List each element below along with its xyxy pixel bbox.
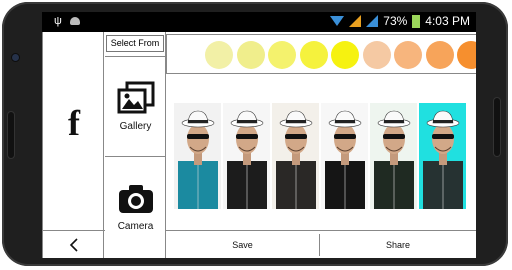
clock-suffix: PM xyxy=(452,14,470,28)
color-swatch[interactable] xyxy=(205,41,233,69)
gallery-label: Gallery xyxy=(119,121,152,132)
select-from-label: Select From xyxy=(106,35,164,52)
facebook-column: f xyxy=(42,32,105,258)
battery-icon xyxy=(412,14,421,28)
camera-icon xyxy=(118,185,153,213)
portrait-image xyxy=(423,110,463,209)
portrait-image xyxy=(374,110,414,209)
color-swatch[interactable] xyxy=(236,41,265,69)
portrait-image xyxy=(325,110,365,209)
action-bar: Save Share xyxy=(166,232,476,258)
side-speaker-right xyxy=(494,98,500,156)
color-swatch-strip[interactable] xyxy=(166,34,476,74)
side-speaker-left xyxy=(8,112,14,158)
portrait-image xyxy=(276,110,316,209)
filter-thumbnail[interactable] xyxy=(223,103,270,209)
editor-panel: Save Share xyxy=(166,32,476,258)
clock: 4:03 PM xyxy=(425,14,470,28)
signal-icon xyxy=(349,15,362,27)
app-content: f Select From Gallery Camera Save Share xyxy=(42,32,476,258)
usb-icon: ψ xyxy=(54,15,62,27)
camera-button[interactable]: Camera xyxy=(105,156,166,258)
color-swatch[interactable] xyxy=(394,41,422,69)
battery-percent: 73% xyxy=(383,14,408,28)
save-button[interactable]: Save xyxy=(166,232,319,258)
portrait-image xyxy=(178,110,218,209)
screen: ψ 73% 4:03 PM f Select From Gallery Came… xyxy=(42,12,476,258)
front-camera xyxy=(12,54,19,61)
facebook-icon[interactable]: f xyxy=(43,102,105,144)
android-icon xyxy=(69,17,80,25)
gallery-icon xyxy=(117,81,154,114)
filter-thumbnail[interactable] xyxy=(272,103,319,209)
filter-thumbnail[interactable] xyxy=(419,103,466,209)
filter-thumbnail[interactable] xyxy=(370,103,417,209)
filter-thumbnail[interactable] xyxy=(321,103,368,209)
color-swatch[interactable] xyxy=(362,41,391,69)
wifi-icon xyxy=(330,16,345,26)
phone-frame: ψ 73% 4:03 PM f Select From Gallery Came… xyxy=(2,2,508,266)
color-swatch[interactable] xyxy=(268,41,296,69)
back-button[interactable] xyxy=(43,230,105,258)
portrait-image xyxy=(227,110,267,209)
color-swatch[interactable] xyxy=(331,41,359,69)
status-bar: ψ 73% 4:03 PM xyxy=(42,12,476,32)
clock-time: 4:03 xyxy=(425,14,449,28)
filter-strip[interactable] xyxy=(166,75,476,231)
filter-thumbnail[interactable] xyxy=(174,103,221,209)
color-swatch[interactable] xyxy=(425,41,454,69)
gallery-button[interactable]: Gallery xyxy=(105,56,166,156)
color-swatch[interactable] xyxy=(299,41,328,69)
signal-icon xyxy=(366,15,379,27)
source-column: Select From Gallery Camera xyxy=(105,32,166,258)
camera-label: Camera xyxy=(117,221,154,232)
share-button[interactable]: Share xyxy=(320,232,476,258)
chevron-left-icon xyxy=(69,237,78,252)
color-swatch[interactable] xyxy=(457,41,476,69)
